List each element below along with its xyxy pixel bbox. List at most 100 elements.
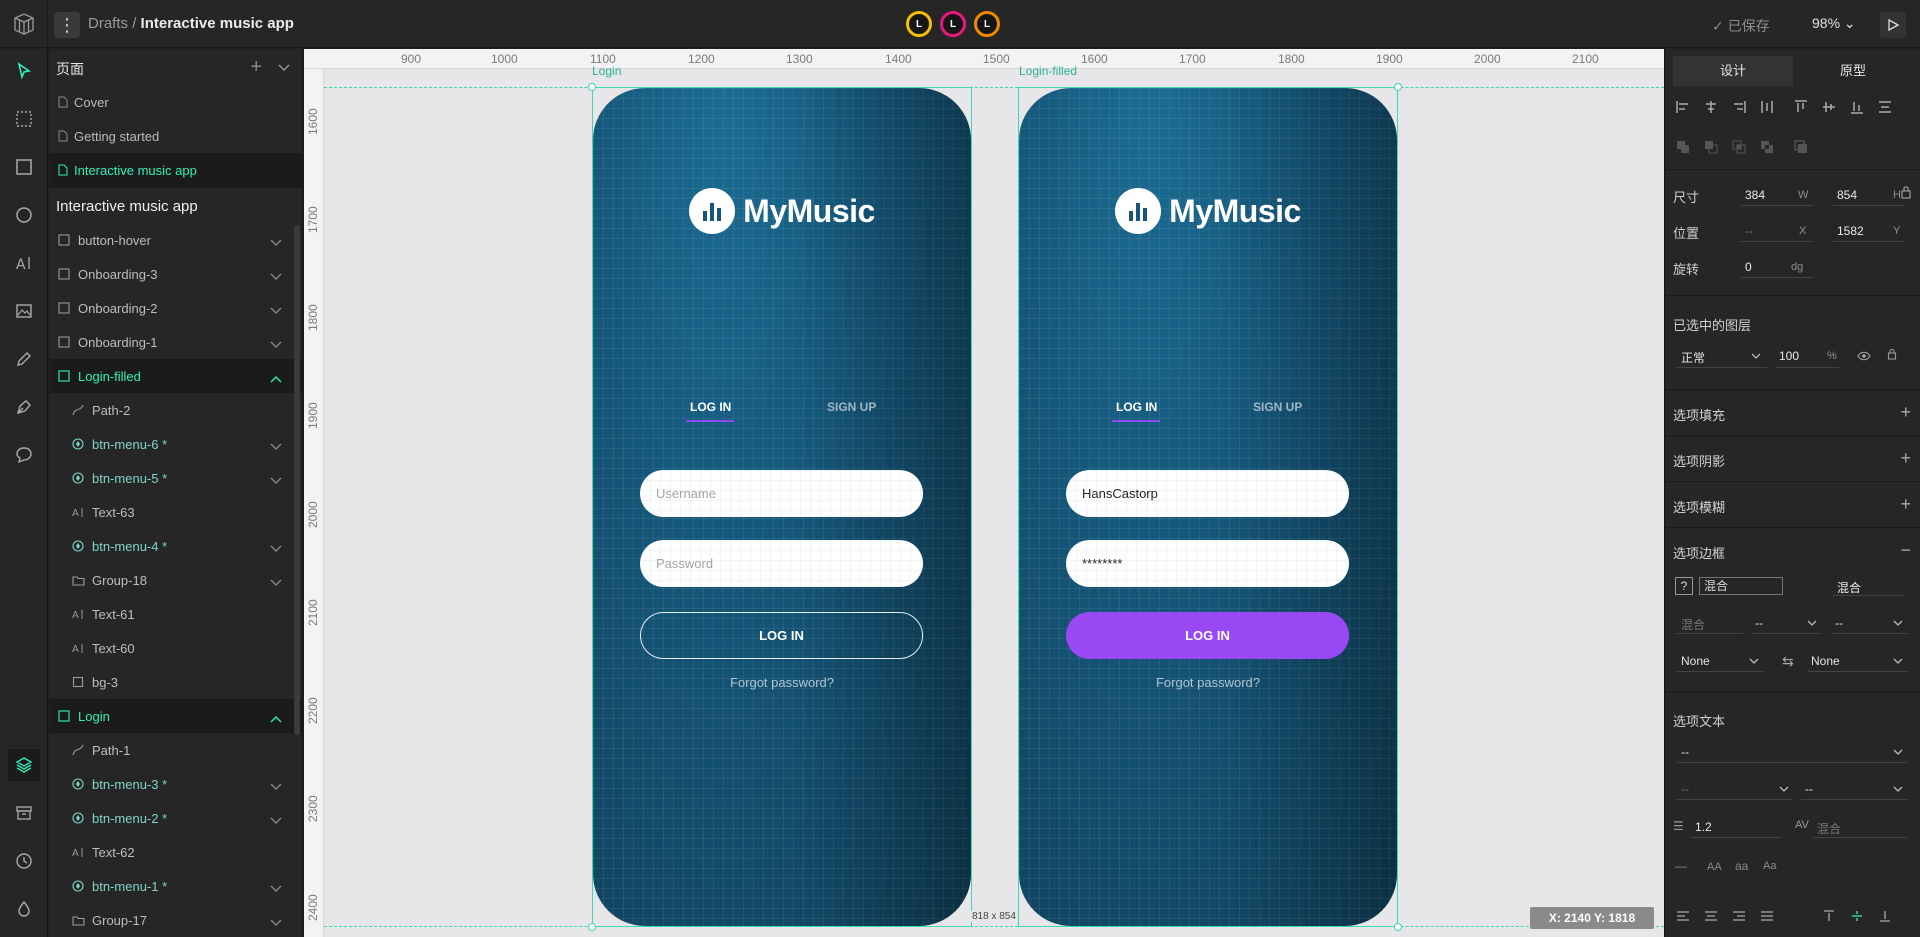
- layer-item[interactable]: btn-menu-5 *: [49, 461, 302, 495]
- text-align-right-icon[interactable]: [1727, 904, 1751, 928]
- layer-item[interactable]: A Text-63: [49, 495, 302, 529]
- font-family-select[interactable]: --: [1681, 745, 1903, 759]
- pencil-tool-icon[interactable]: [8, 343, 40, 375]
- layer-item[interactable]: btn-menu-4 *: [49, 529, 302, 563]
- tab-design[interactable]: 设计: [1673, 56, 1793, 86]
- zoom-dropdown[interactable]: 98% ⌄: [1812, 15, 1856, 32]
- opacity-input[interactable]: 100: [1779, 349, 1799, 363]
- font-style-select[interactable]: --: [1681, 782, 1789, 796]
- lock-icon[interactable]: [1887, 348, 1897, 363]
- align-center-h-icon[interactable]: [1699, 95, 1723, 119]
- image-tool-icon[interactable]: [8, 295, 40, 327]
- assets-panel-icon[interactable]: [8, 797, 40, 829]
- page-item-getting-started[interactable]: Getting started: [49, 119, 302, 153]
- layer-item[interactable]: btn-menu-3 *: [49, 767, 302, 801]
- stroke-section[interactable]: 选项边框 −: [1673, 540, 1913, 562]
- resize-handle[interactable]: [1394, 83, 1402, 91]
- vertical-align-middle-icon[interactable]: [1845, 904, 1869, 928]
- username-input[interactable]: HansCastorp: [1066, 470, 1349, 517]
- visibility-eye-icon[interactable]: [1857, 349, 1871, 364]
- layer-item[interactable]: Onboarding-2: [49, 291, 302, 325]
- layer-item[interactable]: Path-1: [49, 733, 302, 767]
- board-tool-icon[interactable]: [8, 103, 40, 135]
- layer-item[interactable]: btn-menu-6 *: [49, 427, 302, 461]
- board-login[interactable]: MyMusic LOG IN SIGN UP Username Password…: [593, 88, 971, 926]
- resize-handle[interactable]: [588, 923, 596, 931]
- pen-tool-icon[interactable]: [8, 391, 40, 423]
- layer-item[interactable]: A Text-60: [49, 631, 302, 665]
- lock-proportions-icon[interactable]: [1900, 185, 1912, 202]
- chevron-down-icon[interactable]: [270, 813, 282, 828]
- chevron-down-icon[interactable]: [270, 439, 282, 454]
- app-logo-icon[interactable]: [0, 0, 48, 48]
- layer-item[interactable]: Onboarding-3: [49, 257, 302, 291]
- layers-panel-icon[interactable]: [8, 749, 40, 781]
- chevron-down-icon[interactable]: [270, 881, 282, 896]
- move-tool-icon[interactable]: [8, 55, 40, 87]
- collaborator-avatar[interactable]: L: [974, 11, 1000, 37]
- flatten-icon[interactable]: [1789, 135, 1813, 159]
- cap-end-select[interactable]: None: [1811, 654, 1903, 668]
- add-fill-icon[interactable]: +: [1900, 402, 1911, 423]
- color-palette-icon[interactable]: [8, 893, 40, 925]
- resize-handle[interactable]: [1394, 923, 1402, 931]
- chevron-down-icon[interactable]: [270, 915, 282, 930]
- vertical-ruler[interactable]: 1600 1700 1800 1900 2000 2100 2200 2300 …: [304, 69, 324, 937]
- rotation-input[interactable]: 0: [1745, 260, 1752, 274]
- board-login-filled[interactable]: MyMusic LOG IN SIGN UP HansCastorp *****…: [1019, 88, 1397, 926]
- align-bottom-icon[interactable]: [1845, 95, 1869, 119]
- collaborator-avatar[interactable]: L: [940, 11, 966, 37]
- layer-item[interactable]: Group-17: [49, 903, 302, 937]
- chevron-down-icon[interactable]: [270, 235, 282, 250]
- align-right-icon[interactable]: [1727, 95, 1751, 119]
- blur-section[interactable]: 选项模糊 +: [1673, 494, 1913, 516]
- layer-item[interactable]: Group-18: [49, 563, 302, 597]
- breadcrumb-root[interactable]: Drafts: [88, 15, 128, 32]
- vertical-align-top-icon[interactable]: [1817, 904, 1841, 928]
- layer-item[interactable]: Login: [49, 699, 302, 733]
- tab-signup[interactable]: SIGN UP: [1253, 400, 1302, 414]
- difference-icon[interactable]: [1699, 135, 1723, 159]
- tab-login[interactable]: LOG IN: [1116, 400, 1157, 414]
- password-input[interactable]: ********: [1066, 540, 1349, 587]
- canvas[interactable]: 900 1000 1100 1200 1300 1400 1500 1600 1…: [304, 49, 1664, 937]
- align-center-v-icon[interactable]: [1817, 95, 1841, 119]
- text-align-justify-icon[interactable]: [1755, 904, 1779, 928]
- line-height-input[interactable]: 1.2: [1695, 820, 1712, 834]
- add-blur-icon[interactable]: +: [1900, 494, 1911, 515]
- chevron-down-icon[interactable]: [270, 541, 282, 556]
- login-button[interactable]: LOG IN: [640, 612, 923, 659]
- tab-signup[interactable]: SIGN UP: [827, 400, 876, 414]
- layer-item[interactable]: btn-menu-1 *: [49, 869, 302, 903]
- page-item-cover[interactable]: Cover: [49, 85, 302, 119]
- intersection-icon[interactable]: [1727, 135, 1751, 159]
- collaborator-avatar[interactable]: L: [906, 11, 932, 37]
- distribute-v-icon[interactable]: [1873, 95, 1897, 119]
- tab-prototype[interactable]: 原型: [1793, 56, 1913, 86]
- history-icon[interactable]: [8, 845, 40, 877]
- stroke-opacity-input[interactable]: 混合: [1837, 579, 1861, 596]
- username-input[interactable]: Username: [640, 470, 923, 517]
- forgot-password-link[interactable]: Forgot password?: [593, 675, 971, 690]
- chevron-down-icon[interactable]: [270, 473, 282, 488]
- layer-item[interactable]: Onboarding-1: [49, 325, 302, 359]
- lowercase-button[interactable]: aa: [1735, 859, 1748, 873]
- fill-section[interactable]: 选项填充 +: [1673, 402, 1913, 424]
- stroke-style-select[interactable]: --: [1835, 616, 1903, 630]
- uppercase-button[interactable]: AA: [1707, 861, 1722, 873]
- width-input[interactable]: 384: [1745, 188, 1765, 202]
- layer-item[interactable]: Login-filled: [49, 359, 302, 393]
- chevron-down-icon[interactable]: [270, 575, 282, 590]
- resize-handle[interactable]: [588, 83, 596, 91]
- layer-item[interactable]: Path-2: [49, 393, 302, 427]
- main-menu-button[interactable]: ⋮: [54, 12, 80, 38]
- board-label-login[interactable]: Login: [592, 64, 621, 78]
- chevron-down-icon[interactable]: [270, 303, 282, 318]
- chevron-up-icon[interactable]: [270, 371, 282, 386]
- swap-caps-icon[interactable]: ⇆: [1782, 653, 1794, 670]
- chevron-down-icon[interactable]: [270, 779, 282, 794]
- forgot-password-link[interactable]: Forgot password?: [1019, 675, 1397, 690]
- blend-mode-select[interactable]: 正常: [1681, 349, 1761, 366]
- stroke-color-swatch[interactable]: ?: [1675, 577, 1693, 595]
- login-button[interactable]: LOG IN: [1066, 612, 1349, 659]
